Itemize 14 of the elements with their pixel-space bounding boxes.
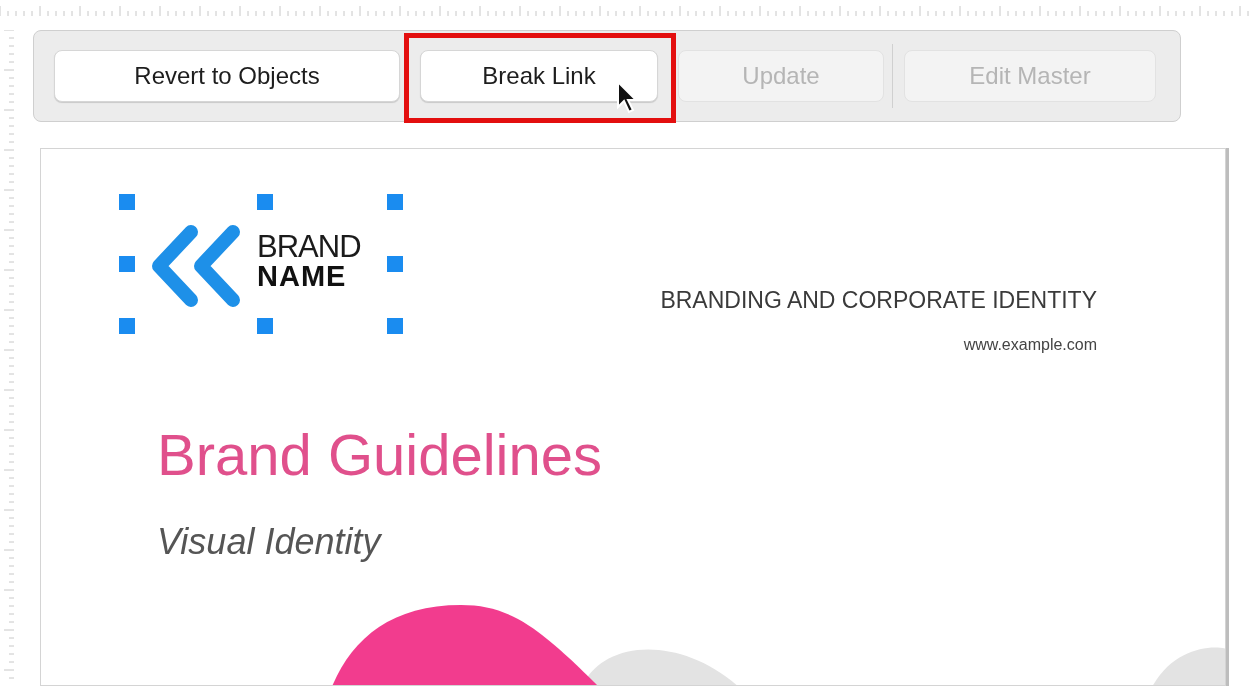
document-subtitle: Visual Identity [157,520,381,564]
tagline: BRANDING AND CORPORATE IDENTITY [660,286,1097,315]
toolbar-button[interactable]: Revert to Objects [54,50,400,102]
selection-handle[interactable] [257,194,273,210]
document-title: Brand Guidelines [157,421,602,489]
selection-handle[interactable] [119,256,135,272]
selection-handle[interactable] [119,318,135,334]
toolbar-button[interactable]: Break Link [420,50,658,102]
selection-handle[interactable] [387,256,403,272]
selection-handle[interactable] [387,318,403,334]
selection-handle[interactable] [257,318,273,334]
selection-handle[interactable] [119,194,135,210]
website-url: www.example.com [963,335,1097,355]
selection-handle[interactable] [387,194,403,210]
